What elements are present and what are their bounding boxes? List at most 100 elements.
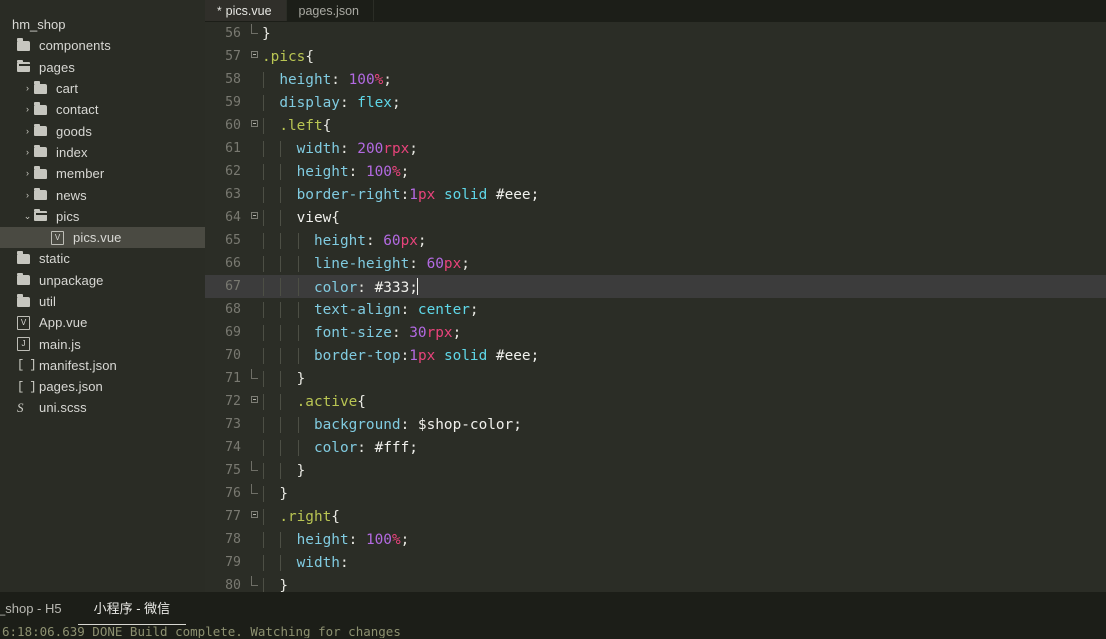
indent-guide	[280, 393, 282, 410]
code-line-64[interactable]: 64 view{	[205, 206, 1106, 229]
tree-item-contact[interactable]: › contact	[0, 99, 205, 120]
code-line-77[interactable]: 77 .right{	[205, 505, 1106, 528]
code-line-56[interactable]: 56}	[205, 22, 1106, 45]
code-line-66[interactable]: 66 line-height: 60px;	[205, 252, 1106, 275]
editor-tabbar[interactable]: * pics.vue pages.json	[205, 0, 1106, 22]
indent-guide	[263, 209, 264, 226]
tree-item-pics-vue[interactable]: Vpics.vue	[0, 226, 205, 249]
code-line-68[interactable]: 68 text-align: center;	[205, 298, 1106, 321]
code-token: :	[400, 186, 410, 203]
editor-tab-pics-vue[interactable]: * pics.vue	[205, 0, 287, 21]
indent-guide	[280, 163, 282, 180]
tree-item-unpackage[interactable]: unpackage	[0, 270, 205, 291]
code-token: 100	[365, 163, 392, 180]
indent-guide	[297, 301, 299, 318]
tree-item-util[interactable]: util	[0, 291, 205, 312]
code-token: view	[296, 209, 332, 226]
code-text: width:	[262, 554, 1106, 571]
tree-item-label: news	[56, 187, 87, 203]
tree-item-static[interactable]: static	[0, 248, 205, 269]
code-line-76[interactable]: 76}	[205, 482, 1106, 505]
code-line-73[interactable]: 73 background: $shop-color;	[205, 413, 1106, 436]
code-text: }	[262, 577, 1106, 592]
code-line-75[interactable]: 75}	[205, 459, 1106, 482]
tree-item-news[interactable]: › news	[0, 184, 205, 205]
tree-item-pics[interactable]: ⌄ pics	[0, 206, 205, 227]
code-line-72[interactable]: 72 .active{	[205, 390, 1106, 413]
tree-item-app-vue[interactable]: V App.vue	[0, 312, 205, 333]
indent-guide	[263, 416, 264, 433]
fold-toggle-icon[interactable]	[246, 119, 262, 131]
code-line-62[interactable]: 62 height: 100%;	[205, 160, 1106, 183]
indent-guide	[263, 508, 264, 525]
code-line-78[interactable]: 78 height: 100%;	[205, 528, 1106, 551]
tree-item-components[interactable]: components	[0, 35, 205, 56]
console-tab-miniprogram-wechat[interactable]: 小程序 - 微信	[77, 592, 187, 625]
indent-guide	[280, 140, 282, 157]
indent-guide	[263, 370, 264, 387]
project-root-row[interactable]: hm_shop	[0, 14, 205, 35]
code-token: color	[313, 439, 358, 456]
code-editor-surface[interactable]: 56} 57 .pics{58 height: 100%; 59 display: fle…	[205, 22, 1106, 592]
tree-item-manifest-json[interactable]: [ ] manifest.json	[0, 355, 205, 376]
code-line-60[interactable]: 60 .left{	[205, 114, 1106, 137]
console-tab-h5[interactable]: _shop - H5	[0, 592, 78, 625]
json-file-icon: [ ]	[17, 379, 37, 394]
fold-toggle-icon[interactable]	[246, 510, 262, 522]
code-token: 60	[426, 255, 444, 272]
tree-item-cart[interactable]: › cart	[0, 78, 205, 99]
fold-bracket-icon	[246, 484, 262, 500]
tree-item-index[interactable]: › index	[0, 142, 205, 163]
line-number: 57	[225, 49, 241, 64]
indent-guide	[263, 301, 264, 318]
tree-item-label: goods	[56, 123, 92, 139]
main-body: hm_shop components pages › cart › contact › goo…	[0, 0, 1106, 592]
chevron-right-icon[interactable]: ›	[21, 169, 34, 178]
code-line-69[interactable]: 69 font-size: 30rpx;	[205, 321, 1106, 344]
code-line-67[interactable]: 67 color: #333;	[205, 275, 1106, 298]
tree-item-pages-json[interactable]: [ ] pages.json	[0, 376, 205, 397]
tree-item-label: components	[39, 38, 111, 54]
tree-item-pages[interactable]: pages	[0, 57, 205, 78]
project-explorer-sidebar[interactable]: hm_shop components pages › cart › contact › goo…	[0, 0, 205, 592]
folder-closed-icon	[34, 123, 51, 137]
code-token: %	[391, 163, 401, 180]
code-line-70[interactable]: 70 border-top:1px solid #eee;	[205, 344, 1106, 367]
code-line-57[interactable]: 57 .pics{	[205, 45, 1106, 68]
chevron-right-icon[interactable]: ›	[21, 105, 34, 114]
code-line-65[interactable]: 65 height: 60px;	[205, 229, 1106, 252]
tree-item-member[interactable]: › member	[0, 163, 205, 184]
line-number: 70	[225, 348, 241, 363]
fold-toggle-icon[interactable]	[246, 395, 262, 407]
chevron-right-icon[interactable]: ›	[21, 84, 34, 93]
chevron-right-icon[interactable]: ›	[21, 126, 34, 136]
code-line-80[interactable]: 80}	[205, 574, 1106, 592]
code-line-63[interactable]: 63 border-right:1px solid #eee;	[205, 183, 1106, 206]
folder-closed-icon	[34, 144, 51, 158]
code-token: 1	[409, 186, 418, 203]
code-line-59[interactable]: 59 display: flex;	[205, 91, 1106, 114]
code-text: line-height: 60px;	[262, 255, 1106, 272]
code-line-61[interactable]: 61 width: 200rpx;	[205, 137, 1106, 160]
code-line-71[interactable]: 71}	[205, 367, 1106, 390]
chevron-down-icon[interactable]: ⌄	[21, 211, 34, 221]
chevron-right-icon[interactable]: ›	[21, 190, 34, 200]
fold-toggle-icon[interactable]	[246, 50, 262, 62]
tree-item-main-js[interactable]: Jmain.js	[0, 333, 205, 354]
code-token: :	[400, 416, 418, 433]
chevron-right-icon[interactable]: ›	[21, 147, 34, 157]
code-token: border-top	[313, 347, 401, 364]
tree-item-goods[interactable]: › goods	[0, 120, 205, 141]
code-line-58[interactable]: 58 height: 100%;	[205, 68, 1106, 91]
editor-tab-pages-json[interactable]: pages.json	[287, 0, 374, 21]
tree-item-label: manifest.json	[39, 357, 117, 373]
code-line-79[interactable]: 79 width:	[205, 551, 1106, 574]
tree-item-label: unpackage	[39, 272, 104, 288]
console-tabbar[interactable]: _shop - H5 小程序 - 微信	[0, 592, 1106, 625]
tree-item-label: main.js	[39, 336, 81, 352]
fold-toggle-icon[interactable]	[246, 211, 262, 223]
code-line-74[interactable]: 74 color: #fff;	[205, 436, 1106, 459]
indent-guide	[280, 232, 282, 249]
tree-item-uni-scss[interactable]: Suni.scss	[0, 397, 205, 418]
line-number: 68	[225, 302, 241, 317]
